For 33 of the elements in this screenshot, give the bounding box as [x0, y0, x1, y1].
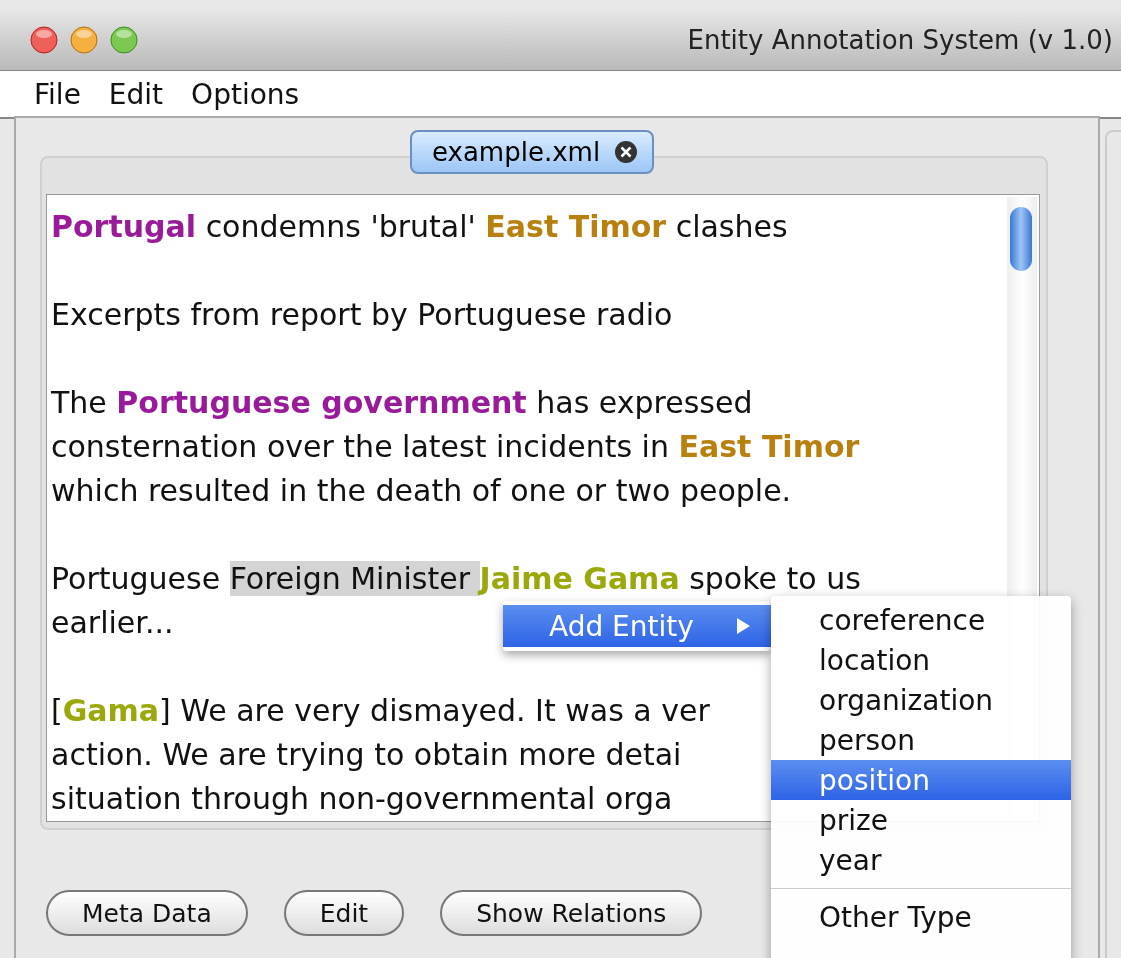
menu-item[interactable]: File: [20, 77, 95, 111]
action-button[interactable]: Show Relations: [440, 890, 703, 936]
menu-item[interactable]: prize: [771, 800, 1071, 840]
menu-item[interactable]: Other Type: [771, 897, 1071, 937]
window-control-icon[interactable]: [30, 26, 58, 54]
text-line: earlier...: [51, 604, 174, 642]
text-line: consternation over the latest incidents in East Timor: [51, 428, 860, 466]
window-control-icon[interactable]: [110, 26, 138, 54]
text-line: Excerpts from report by Portuguese radio: [51, 296, 673, 334]
text-line: Portuguese Foreign Minister Jaime Gama spoke to us: [51, 560, 861, 598]
menu-item[interactable]: position: [771, 760, 1071, 800]
menu-item[interactable]: location: [771, 640, 1071, 680]
text-line: The Portuguese government has expressed: [51, 384, 753, 422]
text-line: which resulted in the death of one or two people.: [51, 472, 792, 510]
text-line: action. We are trying to obtain more detai: [51, 736, 682, 774]
menu-item[interactable]: person: [771, 720, 1071, 760]
text-line: Portugal condemns 'brutal' East Timor clashes: [51, 208, 788, 246]
window-control-icon[interactable]: [70, 26, 98, 54]
text-line: [Gama] We are very dismayed. It was a ver: [51, 692, 710, 730]
menu-item[interactable]: organization: [771, 680, 1071, 720]
menu-item[interactable]: Edit: [94, 77, 178, 111]
close-icon[interactable]: [614, 140, 639, 164]
text-line: situation through non-governmental orga: [51, 780, 673, 818]
menu-item[interactable]: year: [771, 840, 1071, 880]
action-button[interactable]: Edit: [283, 890, 405, 936]
menu-item[interactable]: coreference: [771, 600, 1071, 640]
submenu-arrow-icon: [735, 617, 751, 635]
tab[interactable]: example.xml: [410, 130, 655, 174]
scroll-thumb[interactable]: [1010, 207, 1032, 271]
menu-item[interactable]: Options: [177, 77, 314, 111]
menu-item[interactable]: Add Entity: [503, 605, 771, 647]
window-title: Entity Annotation System (v 1.0): [687, 25, 1114, 55]
action-button[interactable]: Meta Data: [46, 890, 248, 936]
